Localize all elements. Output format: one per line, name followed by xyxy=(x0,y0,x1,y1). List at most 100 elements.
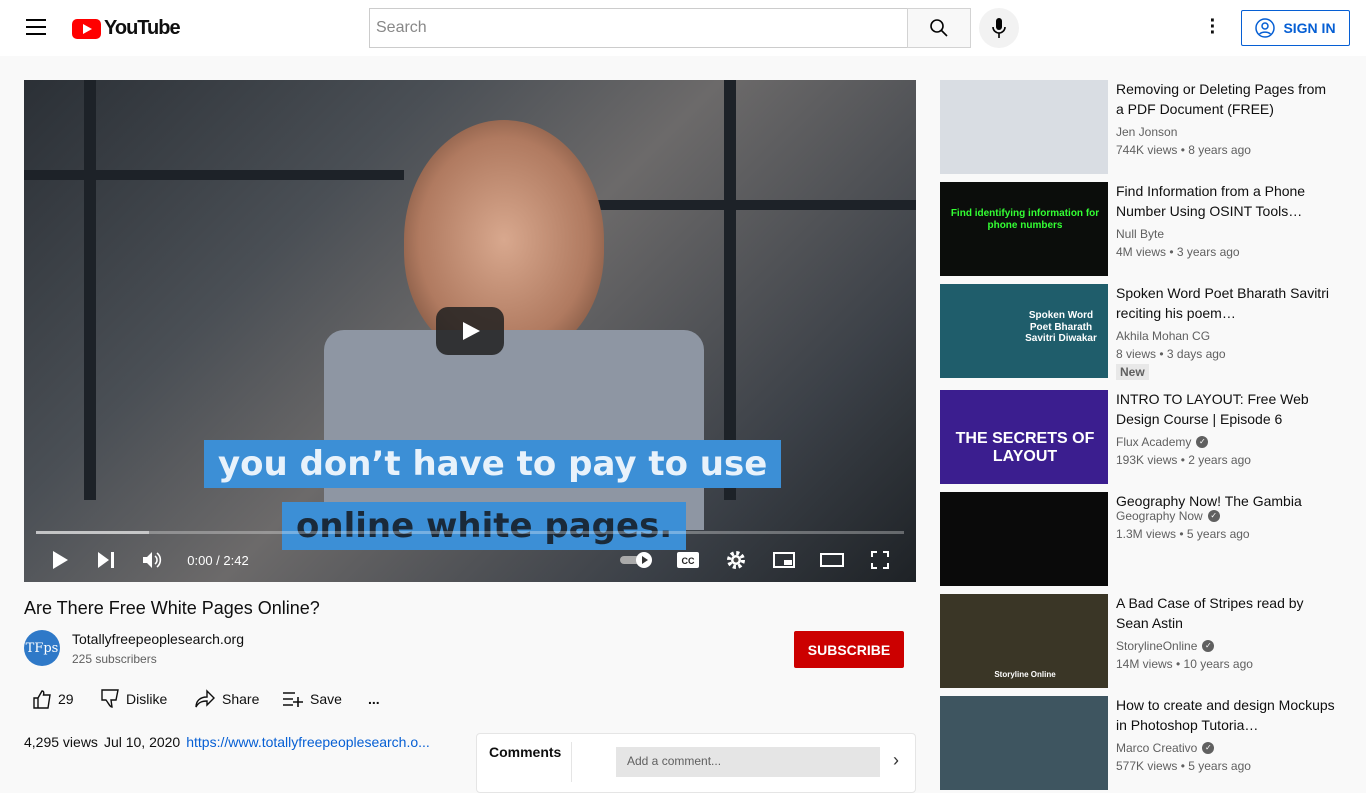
verified-icon: ✓ xyxy=(1202,742,1215,754)
add-comment-input[interactable]: Add a comment... xyxy=(616,747,880,777)
next-icon[interactable] xyxy=(94,548,118,572)
captions-icon[interactable]: CC xyxy=(676,548,700,572)
thumbs-down-icon xyxy=(101,689,119,708)
video-frame xyxy=(84,80,96,500)
settings-more-icon[interactable]: · · · xyxy=(1203,11,1223,43)
thumbnail-text: Spoken Word Poet Bharath Savitri Diwakar xyxy=(1025,310,1097,344)
related-channel-name: Geography Now xyxy=(1116,509,1203,523)
description-link[interactable]: https://www.totallyfreepeoplesearch.o... xyxy=(186,734,430,750)
save-label: Save xyxy=(310,691,342,707)
microphone-icon xyxy=(992,18,1006,38)
share-button[interactable]: Share xyxy=(194,688,259,710)
related-meta: 744K views • 8 years ago xyxy=(1116,143,1251,157)
search-icon xyxy=(930,19,948,37)
related-channel-name: Marco Creativo xyxy=(1116,741,1198,755)
related-channel[interactable]: Akhila Mohan CG xyxy=(1116,329,1210,343)
related-meta: 1.3M views • 5 years ago xyxy=(1116,527,1250,541)
related-meta: 577K views • 5 years ago xyxy=(1116,759,1251,773)
search-button[interactable] xyxy=(907,8,971,48)
related-channel[interactable]: Marco Creativo ✓ xyxy=(1116,741,1215,755)
comments-panel[interactable]: Comments Add a comment... › xyxy=(476,733,916,793)
progress-bar[interactable] xyxy=(36,531,904,534)
time-display: 0:00 / 2:42 xyxy=(187,552,249,568)
view-count: 4,295 views xyxy=(24,734,98,750)
related-channel[interactable]: Null Byte xyxy=(1116,227,1164,241)
upload-date: Jul 10, 2020 xyxy=(103,734,181,750)
video-frame xyxy=(724,80,736,500)
buffered-bar xyxy=(36,531,149,534)
channel-avatar[interactable]: TFps xyxy=(24,630,60,666)
miniplayer-icon[interactable] xyxy=(772,548,796,572)
like-count: 29 xyxy=(58,691,74,707)
comments-heading: Comments xyxy=(489,744,562,760)
theater-mode-icon[interactable] xyxy=(820,548,844,572)
related-meta: 4M views • 3 years ago xyxy=(1116,245,1240,259)
related-video-title[interactable]: Removing or Deleting Pages from a PDF Do… xyxy=(1116,79,1336,119)
autoplay-toggle[interactable] xyxy=(620,548,654,572)
dislike-button[interactable]: Dislike xyxy=(100,688,167,710)
sign-in-label: SIGN IN xyxy=(1283,20,1336,36)
subscribe-button[interactable]: SUBSCRIBE xyxy=(794,631,904,668)
video-caption: you don’t have to pay to use xyxy=(204,440,782,488)
related-video-title[interactable]: Spoken Word Poet Bharath Savitri recitin… xyxy=(1116,283,1336,323)
share-icon xyxy=(195,689,215,708)
video-frame xyxy=(584,200,916,210)
menu-icon[interactable] xyxy=(26,19,46,35)
video-thumbnail[interactable]: THE SECRETS OF LAYOUT xyxy=(940,390,1108,484)
video-thumbnail[interactable]: Spoken Word Poet Bharath Savitri Diwakar xyxy=(940,284,1108,378)
related-video-title[interactable]: Geography Now! The Gambia xyxy=(1116,491,1336,511)
related-channel-name: Flux Academy xyxy=(1116,435,1192,449)
video-thumbnail[interactable] xyxy=(940,492,1108,586)
related-meta: 14M views • 10 years ago xyxy=(1116,657,1253,671)
related-video-title[interactable]: Find Information from a Phone Number Usi… xyxy=(1116,181,1336,221)
voice-search-button[interactable] xyxy=(979,8,1019,48)
related-meta: 8 views • 3 days ago xyxy=(1116,347,1226,361)
more-actions-button[interactable]: ... xyxy=(368,688,380,710)
related-channel[interactable]: Jen Jonson xyxy=(1116,125,1177,139)
video-meta: 4,295 views Jul 10, 2020 https://www.total… xyxy=(24,734,430,750)
play-icon[interactable] xyxy=(48,548,72,572)
related-channel[interactable]: StorylineOnline ✓ xyxy=(1116,639,1215,653)
youtube-logo[interactable]: YouTube xyxy=(72,17,181,40)
channel-name[interactable]: Totallyfreepeoplesearch.org xyxy=(72,631,244,647)
save-button[interactable]: Save xyxy=(282,688,342,710)
video-player[interactable]: you don’t have to pay to use online whit… xyxy=(24,80,916,582)
related-meta: 193K views • 2 years ago xyxy=(1116,453,1251,467)
video-thumbnail[interactable] xyxy=(940,696,1108,790)
playlist-add-icon xyxy=(283,692,303,707)
volume-icon[interactable] xyxy=(141,548,165,572)
video-frame xyxy=(404,120,604,360)
verified-icon: ✓ xyxy=(1202,640,1215,652)
account-icon xyxy=(1255,18,1276,38)
video-frame xyxy=(24,170,404,180)
settings-gear-icon[interactable] xyxy=(724,548,748,572)
video-frame xyxy=(324,330,704,530)
top-bar: YouTube Search · · · SIGN IN xyxy=(0,0,1366,56)
thumbs-up-icon xyxy=(33,690,51,709)
thumbnail-text: Storyline Online xyxy=(994,670,1056,679)
verified-icon: ✓ xyxy=(1196,436,1209,448)
search-input[interactable]: Search xyxy=(369,8,908,48)
sign-in-button[interactable]: SIGN IN xyxy=(1241,10,1350,46)
related-channel-name: Jen Jonson xyxy=(1116,125,1178,139)
verified-icon: ✓ xyxy=(1207,510,1220,522)
logo-text: YouTube xyxy=(104,17,181,39)
large-play-button[interactable] xyxy=(436,307,504,355)
related-channel-name: Akhila Mohan CG xyxy=(1116,329,1211,343)
like-button[interactable]: 29 xyxy=(32,688,74,710)
subscriber-count: 225 subscribers xyxy=(72,652,157,666)
video-thumbnail[interactable] xyxy=(940,80,1108,174)
related-channel[interactable]: Geography Now ✓ xyxy=(1116,509,1220,523)
related-channel-name: StorylineOnline xyxy=(1116,639,1198,653)
fullscreen-icon[interactable] xyxy=(868,548,892,572)
svg-text:CC: CC xyxy=(682,556,695,566)
divider xyxy=(571,742,572,782)
related-video-title[interactable]: How to create and design Mockups in Phot… xyxy=(1116,695,1336,735)
related-video-title[interactable]: A Bad Case of Stripes read by Sean Astin xyxy=(1116,593,1336,633)
video-thumbnail[interactable]: Find identifying information for phone n… xyxy=(940,182,1108,276)
related-channel[interactable]: Flux Academy ✓ xyxy=(1116,435,1209,449)
new-badge: New xyxy=(1116,364,1149,380)
video-thumbnail[interactable]: Storyline Online xyxy=(940,594,1108,688)
video-title: Are There Free White Pages Online? xyxy=(24,598,320,618)
related-video-title[interactable]: INTRO TO LAYOUT: Free Web Design Course … xyxy=(1116,389,1336,429)
